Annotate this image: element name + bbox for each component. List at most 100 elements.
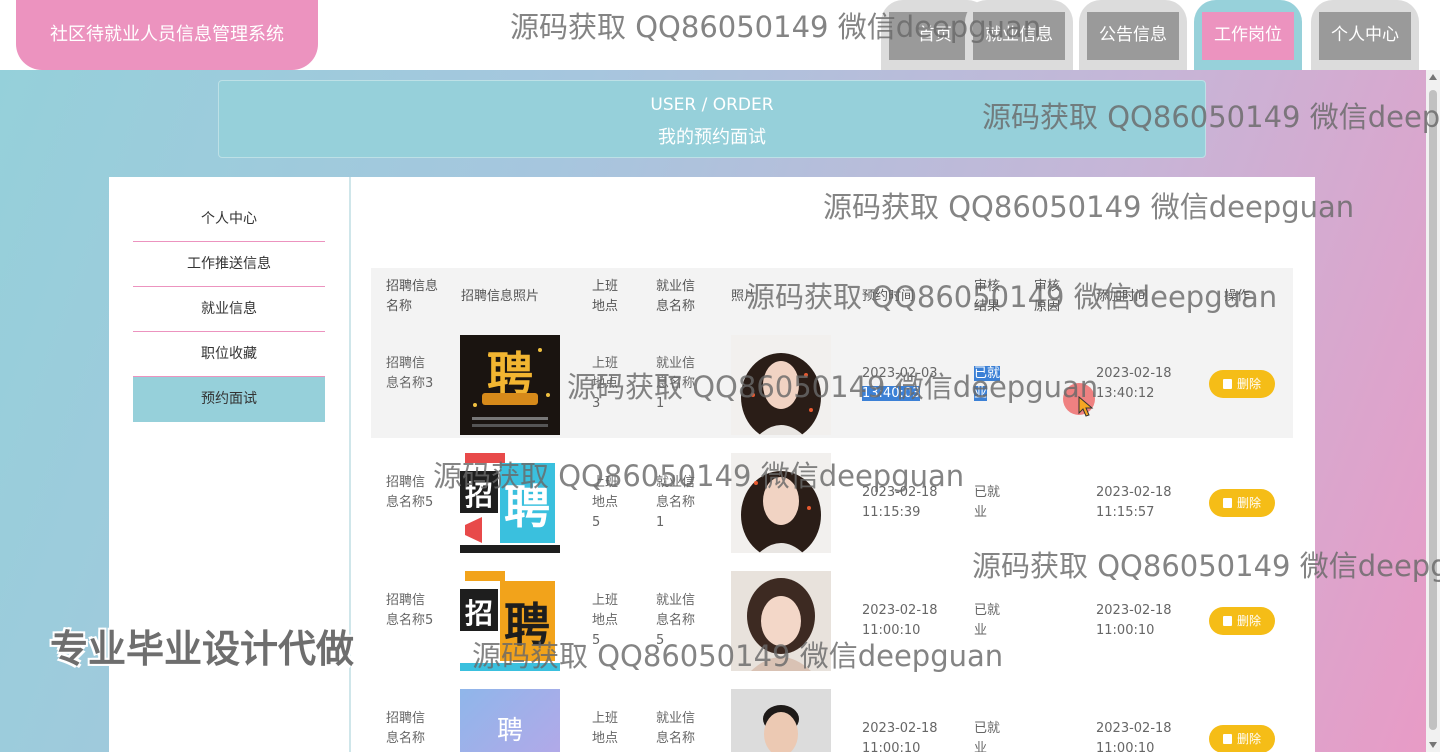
svg-text:聘: 聘 <box>497 716 523 746</box>
sidebar-item-interviews[interactable]: 预约面试 <box>133 377 325 422</box>
content-panel: 招聘信息名称 招聘信息照片 上班地点 就业信息名称 照片 预约时间 审核结果 审… <box>351 177 1315 752</box>
added-clock: 13:40:12 <box>1096 386 1155 401</box>
appointment-date: 2023-02-18 <box>862 603 938 618</box>
app-title: 社区待就业人员信息管理系统 <box>16 0 318 70</box>
delete-button[interactable]: 删除 <box>1209 489 1275 517</box>
appointment-clock: 11:00:10 <box>862 741 921 752</box>
added-time: 2023-02-18 11:00:10 <box>1096 719 1172 752</box>
job-name: 招聘信息名称5 <box>386 475 434 510</box>
svg-text:聘: 聘 <box>504 598 550 652</box>
scroll-down-icon[interactable] <box>1429 742 1437 748</box>
job-poster-image: 聘 <box>460 689 560 752</box>
added-clock: 11:00:10 <box>1096 741 1155 752</box>
added-date: 2023-02-18 <box>1096 485 1172 500</box>
added-time: 2023-02-18 11:00:10 <box>1096 601 1172 641</box>
delete-button[interactable]: 删除 <box>1209 607 1275 635</box>
promo-overlay-text: 专业毕业设计代做 <box>50 627 355 671</box>
applicant-photo <box>731 571 831 671</box>
scrollbar-thumb[interactable] <box>1429 90 1437 730</box>
appointment-clock: 13:40:03 <box>862 384 938 404</box>
sidebar-item-favorites[interactable]: 职位收藏 <box>133 332 325 377</box>
appointment-time: 2023-02-18 11:00:10 <box>862 601 938 641</box>
trash-icon <box>1222 734 1232 744</box>
applicant-photo <box>731 689 831 752</box>
delete-label: 删除 <box>1236 377 1261 391</box>
column-header: 审核原因 <box>1034 279 1061 314</box>
added-date: 2023-02-18 <box>1096 603 1172 618</box>
review-result-text: 已就业 <box>974 366 1001 401</box>
job-poster-image: 招 聘 <box>460 453 560 553</box>
column-header: 操作 <box>1224 289 1251 304</box>
trash-icon <box>1222 498 1232 508</box>
delete-label: 删除 <box>1236 496 1261 510</box>
appointment-time: 2023-02-03 13:40:03 <box>862 364 938 404</box>
work-location: 上班地点3 <box>592 356 619 411</box>
svg-text:聘: 聘 <box>504 480 550 534</box>
column-header: 就业信息名称 <box>656 279 696 314</box>
nav-tab-employment[interactable]: 就业信息 <box>965 0 1073 70</box>
delete-button[interactable]: 删除 <box>1209 725 1275 752</box>
top-bar: 社区待就业人员信息管理系统 首页 就业信息 公告信息 工作岗位 个人中心 <box>0 0 1440 70</box>
scroll-up-icon[interactable] <box>1429 74 1437 80</box>
page-title: 我的预约面试 <box>658 127 766 148</box>
work-location: 上班地点5 <box>592 593 619 648</box>
trash-icon <box>1222 616 1232 626</box>
table-header: 招聘信息名称 招聘信息照片 上班地点 就业信息名称 照片 预约时间 审核结果 审… <box>371 268 1293 328</box>
breadcrumb-path: USER / ORDER <box>650 95 774 115</box>
applicant-photo <box>731 453 831 553</box>
job-poster-image: 聘 <box>460 335 560 435</box>
nav-tab-profile[interactable]: 个人中心 <box>1311 0 1419 70</box>
work-location: 上班地点 <box>592 711 619 746</box>
selected-text: 13:40:03 <box>862 386 921 401</box>
table-row[interactable]: 招聘信息名称5 招 聘 上班地点5 就业信息名称1 2023-02-18 11:… <box>371 447 1293 557</box>
review-result: 已就业 <box>974 364 1001 404</box>
column-header: 添加时间 <box>1096 289 1149 304</box>
column-header: 上班地点 <box>592 279 619 314</box>
appointment-date: 2023-02-18 <box>862 485 938 500</box>
job-name: 招聘信息名称 <box>386 711 426 746</box>
review-result: 已就业 <box>974 485 1001 520</box>
added-time: 2023-02-18 13:40:12 <box>1096 364 1172 404</box>
table-row[interactable]: 招聘信息名称5 招 聘 上班地点5 就业信息名称5 2023-02-18 11:… <box>371 565 1293 675</box>
work-location: 上班地点5 <box>592 475 619 530</box>
added-date: 2023-02-18 <box>1096 366 1172 381</box>
nav-tab-label: 工作岗位 <box>1202 12 1294 60</box>
table-row[interactable]: 招聘信息名称3 聘 上班地点3 就业信息名称1 2023-02-03 13:40… <box>371 328 1293 438</box>
delete-button[interactable]: 删除 <box>1209 370 1275 398</box>
appointment-clock: 11:00:10 <box>862 623 921 638</box>
employment-name: 就业信息名称5 <box>656 593 696 648</box>
employment-name: 就业信息名称1 <box>656 356 696 411</box>
job-name: 招聘信息名称5 <box>386 593 434 628</box>
review-result: 已就业 <box>974 721 1001 752</box>
sidebar-item-employment[interactable]: 就业信息 <box>133 287 325 332</box>
svg-text:聘: 聘 <box>487 347 533 401</box>
delete-label: 删除 <box>1236 732 1261 746</box>
nav-tab-notices[interactable]: 公告信息 <box>1079 0 1187 70</box>
mouse-cursor-icon <box>1078 396 1094 417</box>
job-poster-image: 招 聘 <box>460 571 560 671</box>
nav-tab-label: 公告信息 <box>1087 12 1179 60</box>
applicant-photo <box>731 335 831 435</box>
column-header: 预约时间 <box>862 289 915 304</box>
column-header: 招聘信息照片 <box>461 289 540 304</box>
added-clock: 11:00:10 <box>1096 623 1155 638</box>
job-name: 招聘信息名称3 <box>386 356 434 391</box>
table-row[interactable]: 招聘信息名称 聘 上班地点 就业信息名称 2023-02-18 11:00:10… <box>371 683 1293 752</box>
column-header: 招聘信息名称 <box>386 279 439 314</box>
svg-text:招: 招 <box>465 597 493 630</box>
nav-tab-label: 个人中心 <box>1319 12 1411 60</box>
nav-tab-label: 就业信息 <box>973 12 1065 60</box>
appointment-time: 2023-02-18 11:15:39 <box>862 483 938 523</box>
added-time: 2023-02-18 11:15:57 <box>1096 483 1172 523</box>
sidebar-item-job-push[interactable]: 工作推送信息 <box>133 242 325 287</box>
vertical-scrollbar[interactable] <box>1426 70 1440 752</box>
sidebar-item-profile[interactable]: 个人中心 <box>133 197 325 242</box>
added-clock: 11:15:57 <box>1096 505 1155 520</box>
appointment-date: 2023-02-18 <box>862 721 938 736</box>
employment-name: 就业信息名称 <box>656 711 696 746</box>
appointment-date: 2023-02-03 <box>862 366 938 381</box>
delete-label: 删除 <box>1236 614 1261 628</box>
nav-tab-jobs[interactable]: 工作岗位 <box>1194 0 1302 70</box>
column-header: 审核结果 <box>974 279 1001 314</box>
breadcrumb: USER / ORDER 我的预约面试 <box>218 80 1206 158</box>
